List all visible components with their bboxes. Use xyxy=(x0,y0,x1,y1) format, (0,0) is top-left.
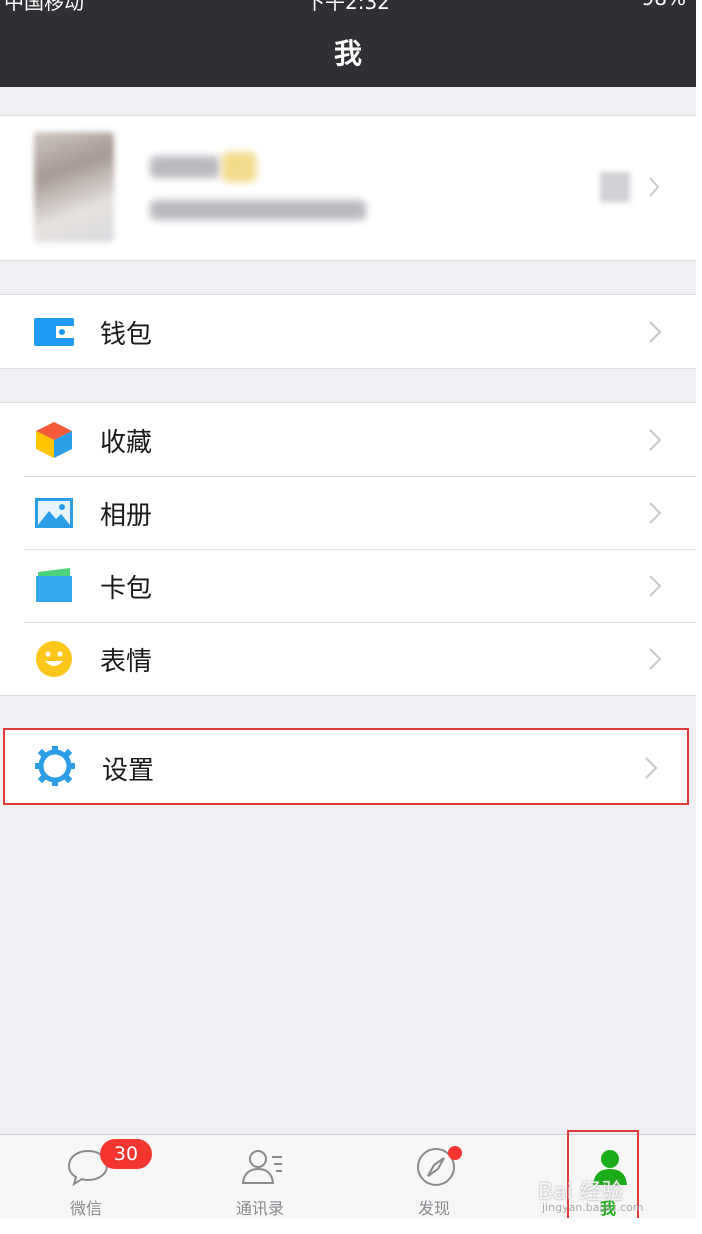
menu-item-settings[interactable]: 设置 xyxy=(3,728,689,805)
watermark-sub: jingyan.baidu.com xyxy=(542,1201,644,1214)
menu-label: 卡包 xyxy=(100,574,153,604)
profile-chevron-icon xyxy=(649,177,660,197)
menu-label: 收藏 xyxy=(100,428,153,458)
wallet-icon xyxy=(34,318,74,346)
tab-label: 发现 xyxy=(417,1199,450,1218)
menu-item-favorites[interactable]: 收藏 xyxy=(0,403,696,476)
battery-label: 98% xyxy=(642,0,686,10)
discover-dot-badge xyxy=(448,1146,462,1160)
tab-label: 通讯录 xyxy=(235,1199,284,1218)
card-icon xyxy=(36,568,72,602)
gear-icon xyxy=(35,746,75,786)
avatar xyxy=(34,132,114,242)
menu-label: 设置 xyxy=(102,756,155,786)
nickname-blurred xyxy=(150,156,220,178)
status-bar: 中国移动 下午2:32 98% xyxy=(0,0,696,14)
menu-item-cards[interactable]: 卡包 xyxy=(0,549,696,622)
photo-icon xyxy=(35,498,73,528)
chevron-right-icon xyxy=(649,321,662,343)
clock-label: 下午2:32 xyxy=(305,0,390,14)
menu-label: 表情 xyxy=(100,647,153,677)
chevron-right-icon xyxy=(649,575,662,597)
menu-item-album[interactable]: 相册 xyxy=(0,476,696,549)
qrcode-icon[interactable] xyxy=(600,172,630,202)
menu-item-wallet[interactable]: 钱包 xyxy=(0,295,696,368)
main-menu-group: 收藏 相册 卡包 表情 xyxy=(0,402,696,696)
contacts-icon xyxy=(241,1150,282,1184)
screen: 中国移动 下午2:32 98% 我 钱包 xyxy=(0,0,696,1218)
carrier-label: 中国移动 xyxy=(4,0,84,14)
wallet-group: 钱包 xyxy=(0,294,696,369)
menu-label: 相册 xyxy=(100,501,153,531)
cube-icon xyxy=(36,422,72,458)
top-bar: 中国移动 下午2:32 98% 我 xyxy=(0,0,696,87)
chevron-right-icon xyxy=(645,757,658,779)
menu-label: 钱包 xyxy=(100,320,153,350)
chevron-right-icon xyxy=(649,502,662,524)
page-title: 我 xyxy=(333,37,362,70)
nickname-emoji-blurred xyxy=(222,152,256,182)
wechat-id-blurred xyxy=(150,200,366,220)
chevron-right-icon xyxy=(649,429,662,451)
profile-card[interactable] xyxy=(0,115,696,261)
tab-discover[interactable]: 发现 xyxy=(374,1135,494,1218)
chevron-right-icon xyxy=(649,648,662,670)
smiley-icon xyxy=(36,641,72,677)
unread-badge: 30 xyxy=(100,1139,152,1169)
menu-item-stickers[interactable]: 表情 xyxy=(0,622,696,695)
tab-contacts[interactable]: 通讯录 xyxy=(200,1135,320,1218)
tab-label: 微信 xyxy=(69,1199,102,1218)
